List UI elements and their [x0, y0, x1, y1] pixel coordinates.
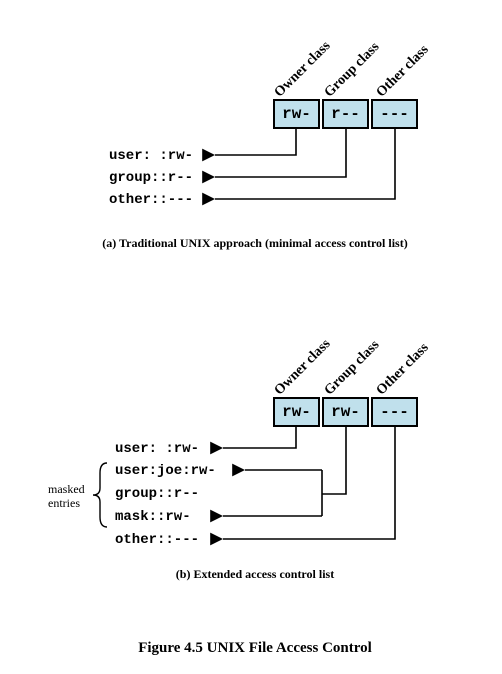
entry-group-b: group::r--: [115, 486, 199, 502]
entry-userjoe-b: user:joe:rw-: [115, 463, 216, 479]
entry-user-b: user: :rw-: [115, 441, 199, 457]
cell-owner-b: rw-: [273, 397, 320, 427]
figure-caption: Figure 4.5 UNIX File Access Control: [100, 640, 410, 657]
entry-other-b: other::---: [115, 532, 199, 548]
figure-canvas: Owner class Group class Other class rw- …: [0, 0, 502, 674]
masked-label-2: entries: [48, 496, 80, 511]
cell-group-b: rw-: [322, 397, 369, 427]
entry-mask-b: mask::rw-: [115, 509, 191, 525]
caption-a: (a) Traditional UNIX approach (minimal a…: [90, 236, 420, 251]
cell-other-b: ---: [371, 397, 418, 427]
masked-label-1: masked: [48, 482, 85, 497]
caption-b: (b) Extended access control list: [150, 567, 360, 582]
